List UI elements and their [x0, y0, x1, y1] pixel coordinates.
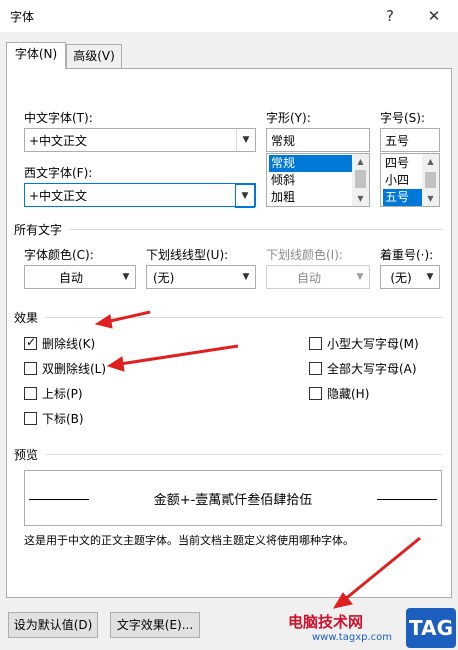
arrow-double-strikethrough — [106, 344, 239, 372]
annotation-arrows — [94, 310, 421, 609]
arrow-strikethrough — [94, 310, 151, 329]
tab-font[interactable]: 字体(N) — [6, 42, 66, 69]
arrow-to-ok — [332, 536, 421, 609]
tab-font-label: 字体(N) — [14, 47, 58, 61]
